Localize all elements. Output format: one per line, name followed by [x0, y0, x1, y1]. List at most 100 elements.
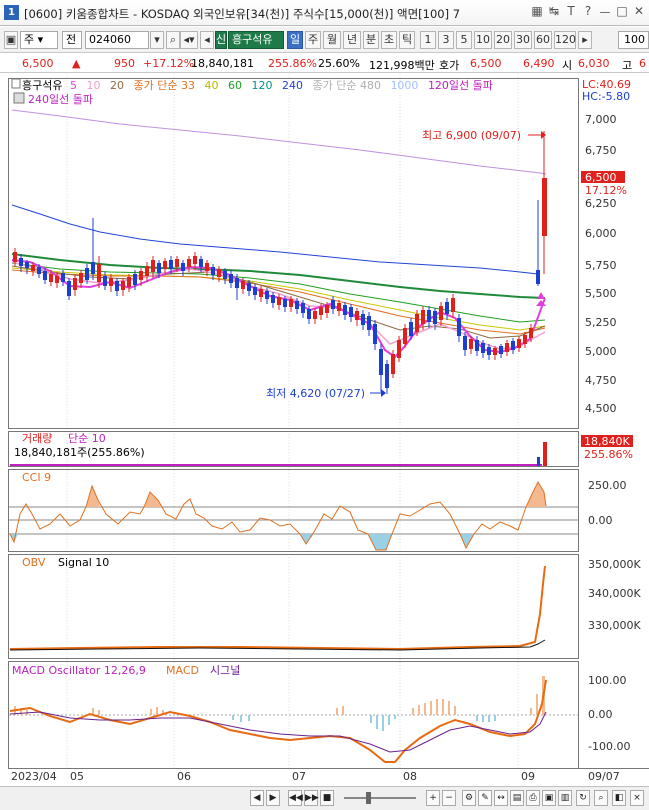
candle: [97, 264, 101, 282]
scroll-start-button[interactable]: ◀◀: [288, 790, 303, 806]
scroll-left-button[interactable]: ◀: [250, 790, 264, 806]
bar-count-input[interactable]: 100: [618, 31, 649, 49]
price-tick-label: 5,000: [585, 345, 617, 358]
minimize-button[interactable]: ㅡ: [599, 4, 611, 21]
chart-svg[interactable]: 7,000 6,750 6,250 6,000 5,750 5,500 5,25…: [0, 74, 649, 786]
zoom-slider-track[interactable]: [344, 797, 416, 799]
candle: [271, 295, 275, 303]
zoom-out-button[interactable]: −: [442, 790, 456, 806]
interval-button-1[interactable]: 1: [420, 31, 436, 49]
save-icon[interactable]: ▣: [542, 790, 556, 806]
candle: [457, 318, 461, 336]
candle: [55, 276, 59, 283]
macd-histogram-bar: [442, 699, 444, 715]
help-icon[interactable]: ?: [582, 4, 594, 21]
candle: [307, 309, 311, 319]
close-panel-icon[interactable]: ×: [630, 790, 644, 806]
candle: [385, 364, 389, 388]
scroll-end-button[interactable]: ▶▶: [304, 790, 319, 806]
candle: [331, 300, 335, 309]
macd-legend: MACD: [166, 664, 199, 677]
bottom-navigation-bar: ◀ ▶ ◀◀ ▶▶ ■ + − ⚙ ✎ ↔ ▤ ⎙ ▣ ▥ ↻ ⌕ ◧ ×: [0, 786, 649, 810]
interval-button-3[interactable]: 3: [438, 31, 454, 49]
search-icon[interactable]: ⌕: [166, 31, 180, 49]
close-button[interactable]: ✕: [633, 4, 645, 21]
macd-histogram-bar: [488, 715, 490, 722]
stock-code-input[interactable]: 024060: [85, 31, 149, 49]
interval-button-10[interactable]: 10: [474, 31, 492, 49]
chart-area[interactable]: 7,000 6,750 6,250 6,000 5,750 5,500 5,25…: [0, 74, 649, 786]
interval-button-60[interactable]: 60: [534, 31, 552, 49]
interval-button-5[interactable]: 5: [456, 31, 472, 49]
obv-tick-label: 350,000K: [588, 558, 641, 571]
zoom-slider-handle[interactable]: [366, 792, 371, 804]
ruler-icon[interactable]: ↔: [494, 790, 508, 806]
refresh-icon[interactable]: ↻: [576, 790, 590, 806]
bid-price: 6,490: [523, 57, 555, 70]
interval-stepper[interactable]: ▸: [578, 31, 592, 49]
period-button-day[interactable]: 일: [287, 31, 303, 49]
interval-button-120[interactable]: 120: [554, 31, 576, 49]
obv-legend: OBV: [22, 556, 46, 569]
candle: [175, 259, 179, 267]
period-button-year[interactable]: 년: [343, 31, 361, 49]
search-icon[interactable]: ⌕: [594, 790, 608, 806]
macd-osc-legend: MACD Oscillator 12,26,9: [12, 664, 146, 677]
price-tick-label: 4,500: [585, 402, 617, 415]
x-axis-label: 05: [70, 770, 84, 783]
candle: [499, 346, 503, 354]
price-tick-label: 6,250: [585, 197, 617, 210]
legend-ma480: 종가 단순 480: [312, 79, 380, 92]
candle: [157, 263, 161, 273]
text-icon[interactable]: T: [565, 4, 577, 21]
period-type-select[interactable]: 전: [62, 31, 82, 49]
macd-histogram-bar: [394, 715, 396, 719]
candle: [223, 271, 227, 279]
interval-button-30[interactable]: 30: [514, 31, 532, 49]
price-tick-label: 5,500: [585, 287, 617, 300]
period-button-month[interactable]: 월: [323, 31, 341, 49]
candle: [103, 276, 107, 286]
print-icon[interactable]: ⎙: [526, 790, 540, 806]
settings-icon[interactable]: ⚙: [462, 790, 476, 806]
macd-signal-line: [9, 711, 547, 753]
candle: [367, 316, 371, 330]
zoom-in-button[interactable]: +: [426, 790, 440, 806]
market-select[interactable]: 주 ▾: [20, 31, 58, 49]
period-button-week[interactable]: 주: [305, 31, 321, 49]
candle: [169, 260, 173, 269]
current-price: 6,500: [22, 57, 54, 70]
stock-name-display: 흥구석유: [228, 31, 284, 49]
candle: [427, 310, 431, 322]
period-button-minute[interactable]: 분: [363, 31, 379, 49]
candle: [145, 266, 149, 276]
scroll-right-button[interactable]: ▶: [266, 790, 280, 806]
stop-button[interactable]: ■: [320, 790, 334, 806]
prev-stock-icon[interactable]: ◂: [200, 31, 214, 49]
toggle-icon[interactable]: ◧: [612, 790, 626, 806]
period-button-second[interactable]: 초: [381, 31, 397, 49]
cci-panel: CCI 9 250.00 0.00: [9, 471, 627, 551]
price-tick-label: 6,000: [585, 227, 617, 240]
macd-histogram-bar: [454, 706, 456, 715]
macd-histogram-bar: [436, 699, 438, 715]
candle: [469, 339, 473, 349]
candle: [31, 265, 35, 271]
legend-checkbox[interactable]: [11, 78, 21, 89]
link-icon[interactable]: ↹: [548, 4, 560, 21]
grid-icon[interactable]: [13, 92, 25, 104]
layout-icon[interactable]: ▤: [510, 790, 524, 806]
maximize-button[interactable]: □: [616, 4, 628, 21]
layout-icon[interactable]: ▦: [531, 4, 543, 21]
candle: [19, 258, 23, 266]
period-button-tick[interactable]: 틱: [399, 31, 415, 49]
legend-ma240: 240: [282, 79, 303, 92]
code-dropdown-button[interactable]: ▾: [150, 31, 164, 49]
interval-button-20[interactable]: 20: [494, 31, 512, 49]
checkbox-toggle[interactable]: ▣: [4, 31, 18, 49]
sound-icon[interactable]: ◂▾: [180, 31, 198, 49]
candle: [37, 267, 41, 274]
tool-icon[interactable]: ✎: [478, 790, 492, 806]
candle: [277, 297, 281, 305]
chart-icon[interactable]: ▥: [558, 790, 572, 806]
